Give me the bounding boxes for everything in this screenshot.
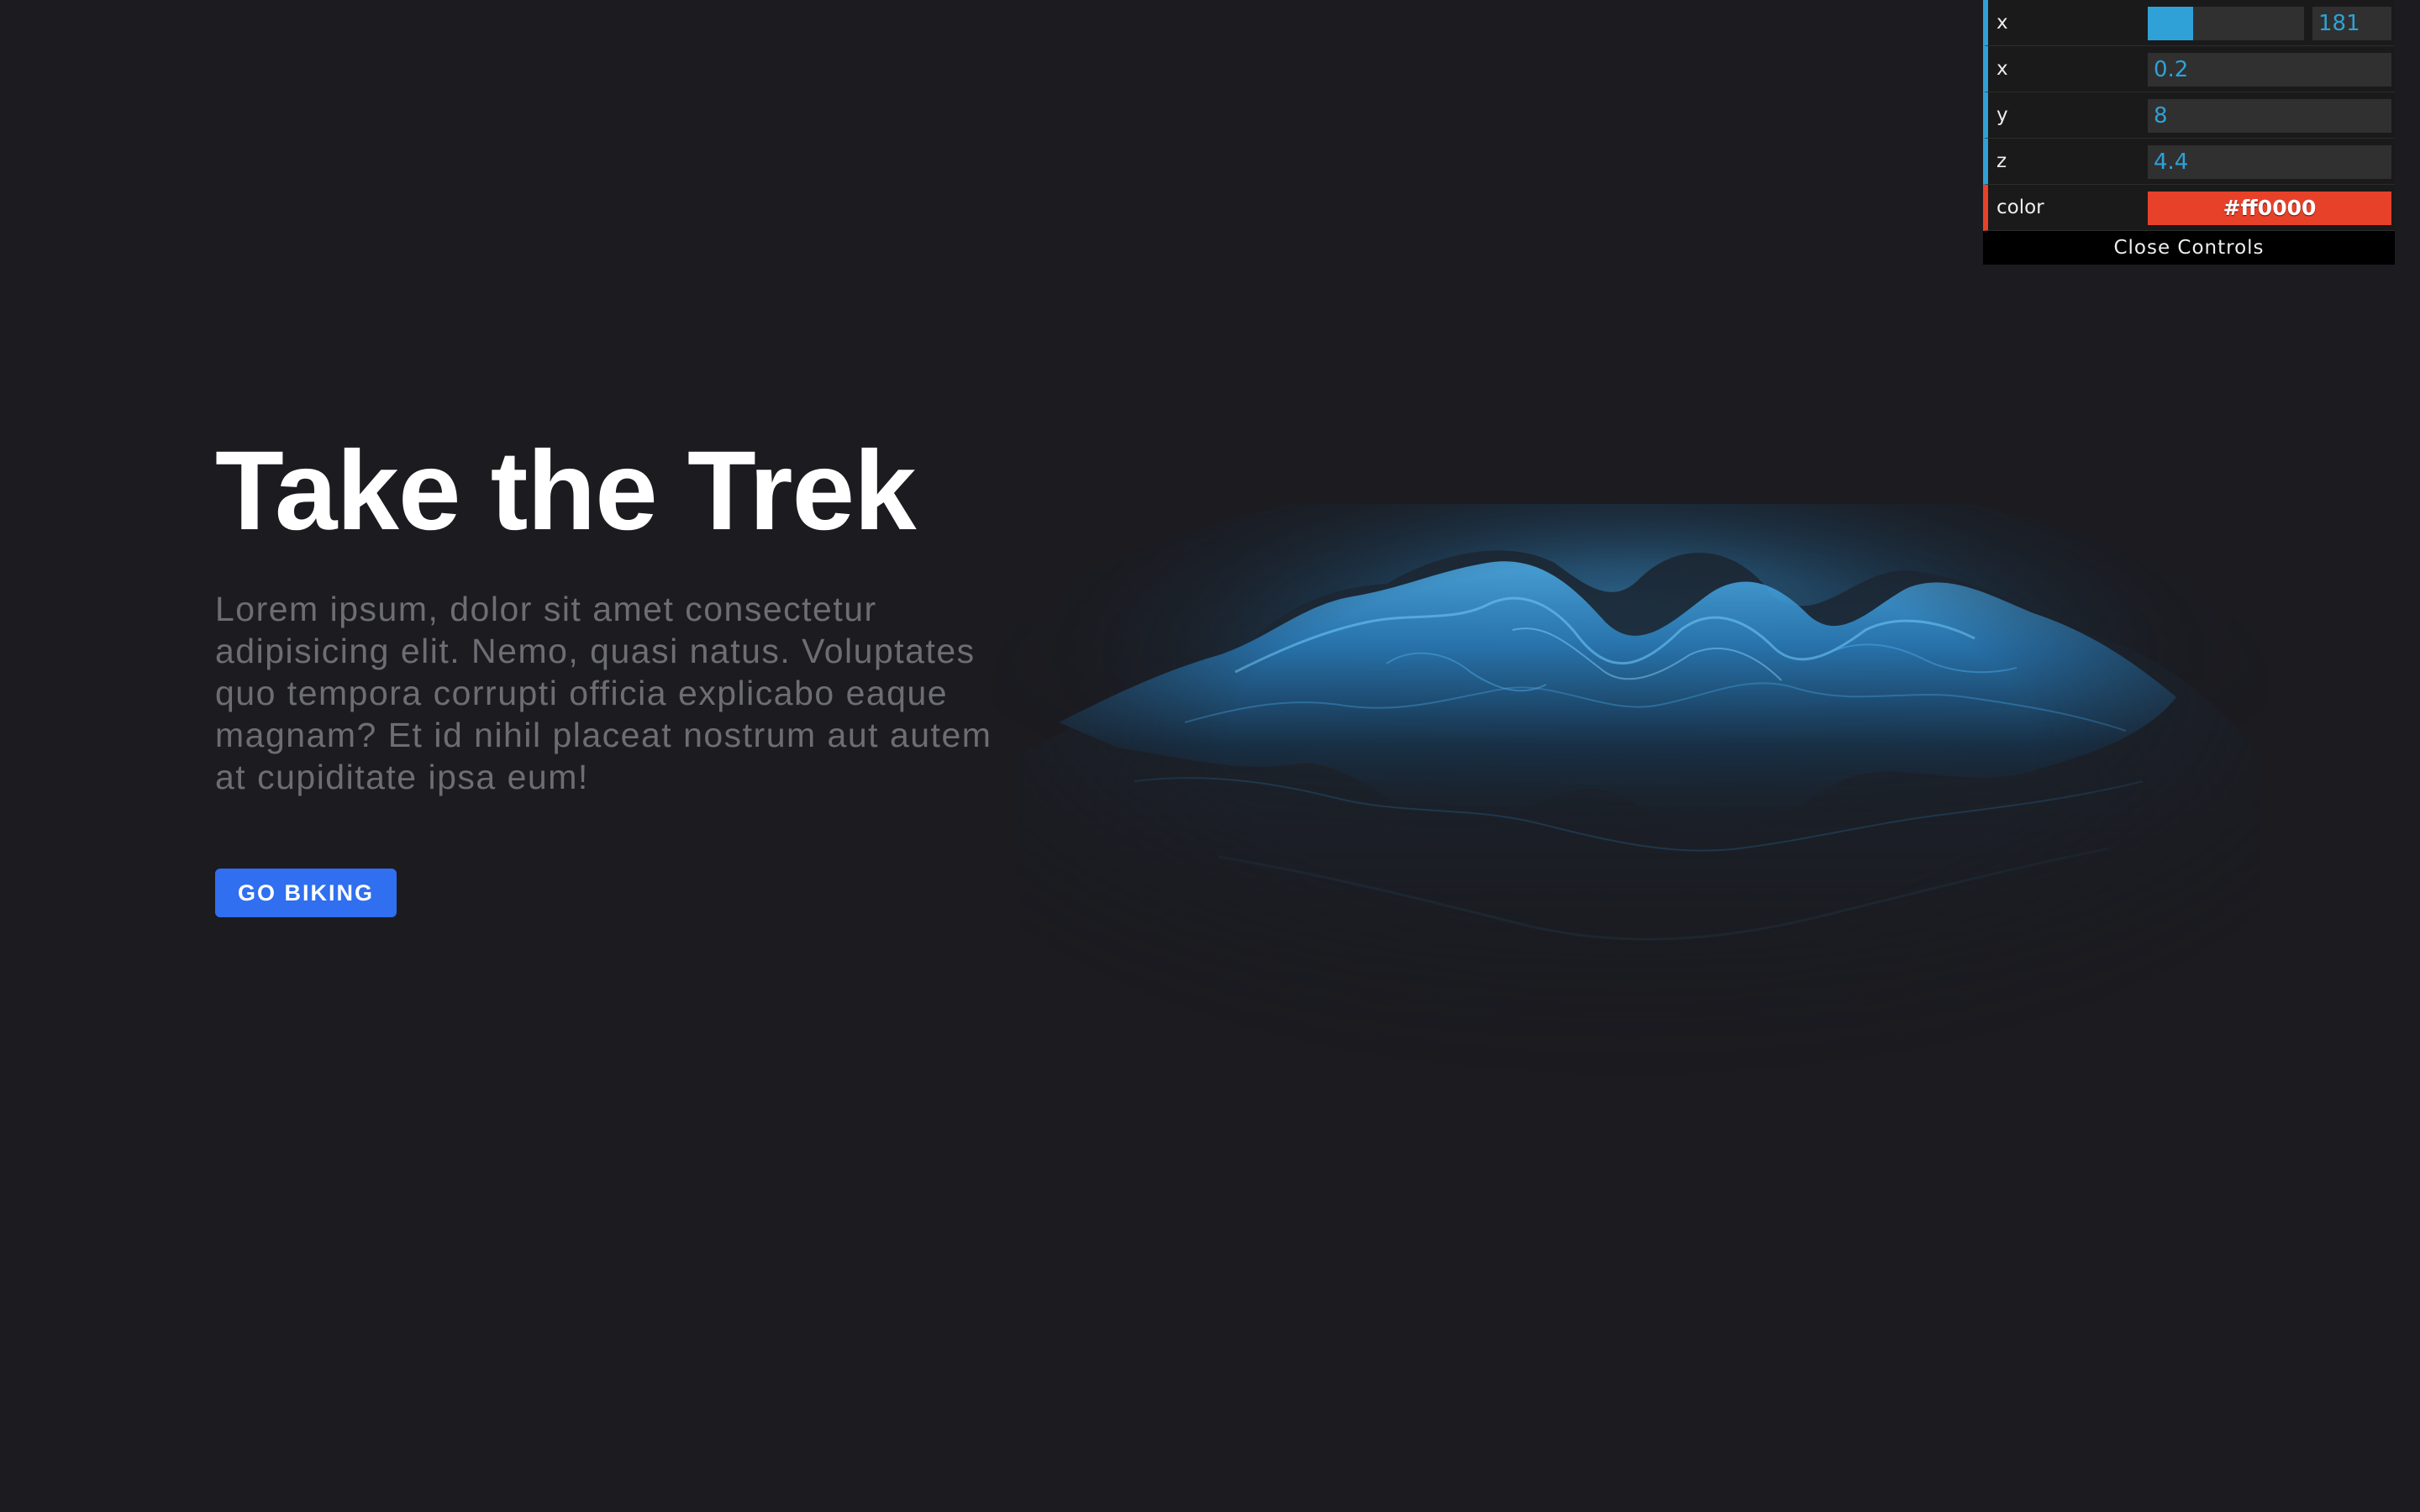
color-picker[interactable]: #ff0000 — [2148, 192, 2391, 225]
z-input[interactable]: 4.4 — [2148, 145, 2391, 179]
go-biking-button[interactable]: GO BIKING — [215, 869, 397, 917]
control-row-color: color #ff0000 — [1983, 185, 2395, 231]
x-input[interactable]: 0.2 — [2148, 53, 2391, 87]
x-slider[interactable] — [2148, 7, 2304, 40]
control-label: color — [1996, 197, 2044, 218]
hero-title: Take the Trek — [215, 428, 917, 554]
control-row-x-rotation: x 181 — [1983, 0, 2395, 46]
control-row-x: x 0.2 — [1983, 46, 2395, 92]
x-slider-fill — [2148, 7, 2193, 40]
control-row-z: z 4.4 — [1983, 139, 2395, 185]
close-controls-button[interactable]: Close Controls — [1983, 231, 2395, 265]
terrain-visualization[interactable] — [966, 504, 2294, 1109]
x-slider-value-input[interactable]: 181 — [2312, 7, 2391, 40]
control-label: x — [1996, 12, 2008, 34]
control-label: x — [1996, 58, 2008, 80]
hero-section: Take the Trek Lorem ipsum, dolor sit ame… — [215, 428, 1039, 917]
page: Take the Trek Lorem ipsum, dolor sit ame… — [0, 0, 2420, 1512]
y-input[interactable]: 8 — [2148, 99, 2391, 133]
control-label: z — [1996, 150, 2007, 172]
controls-panel: x 181 x 0.2 y 8 z 4.4 color #ff0000 Clos… — [1983, 0, 2395, 265]
control-label: y — [1996, 104, 2008, 126]
control-row-y: y 8 — [1983, 92, 2395, 139]
hero-description: Lorem ipsum, dolor sit amet consectetur … — [215, 590, 992, 796]
